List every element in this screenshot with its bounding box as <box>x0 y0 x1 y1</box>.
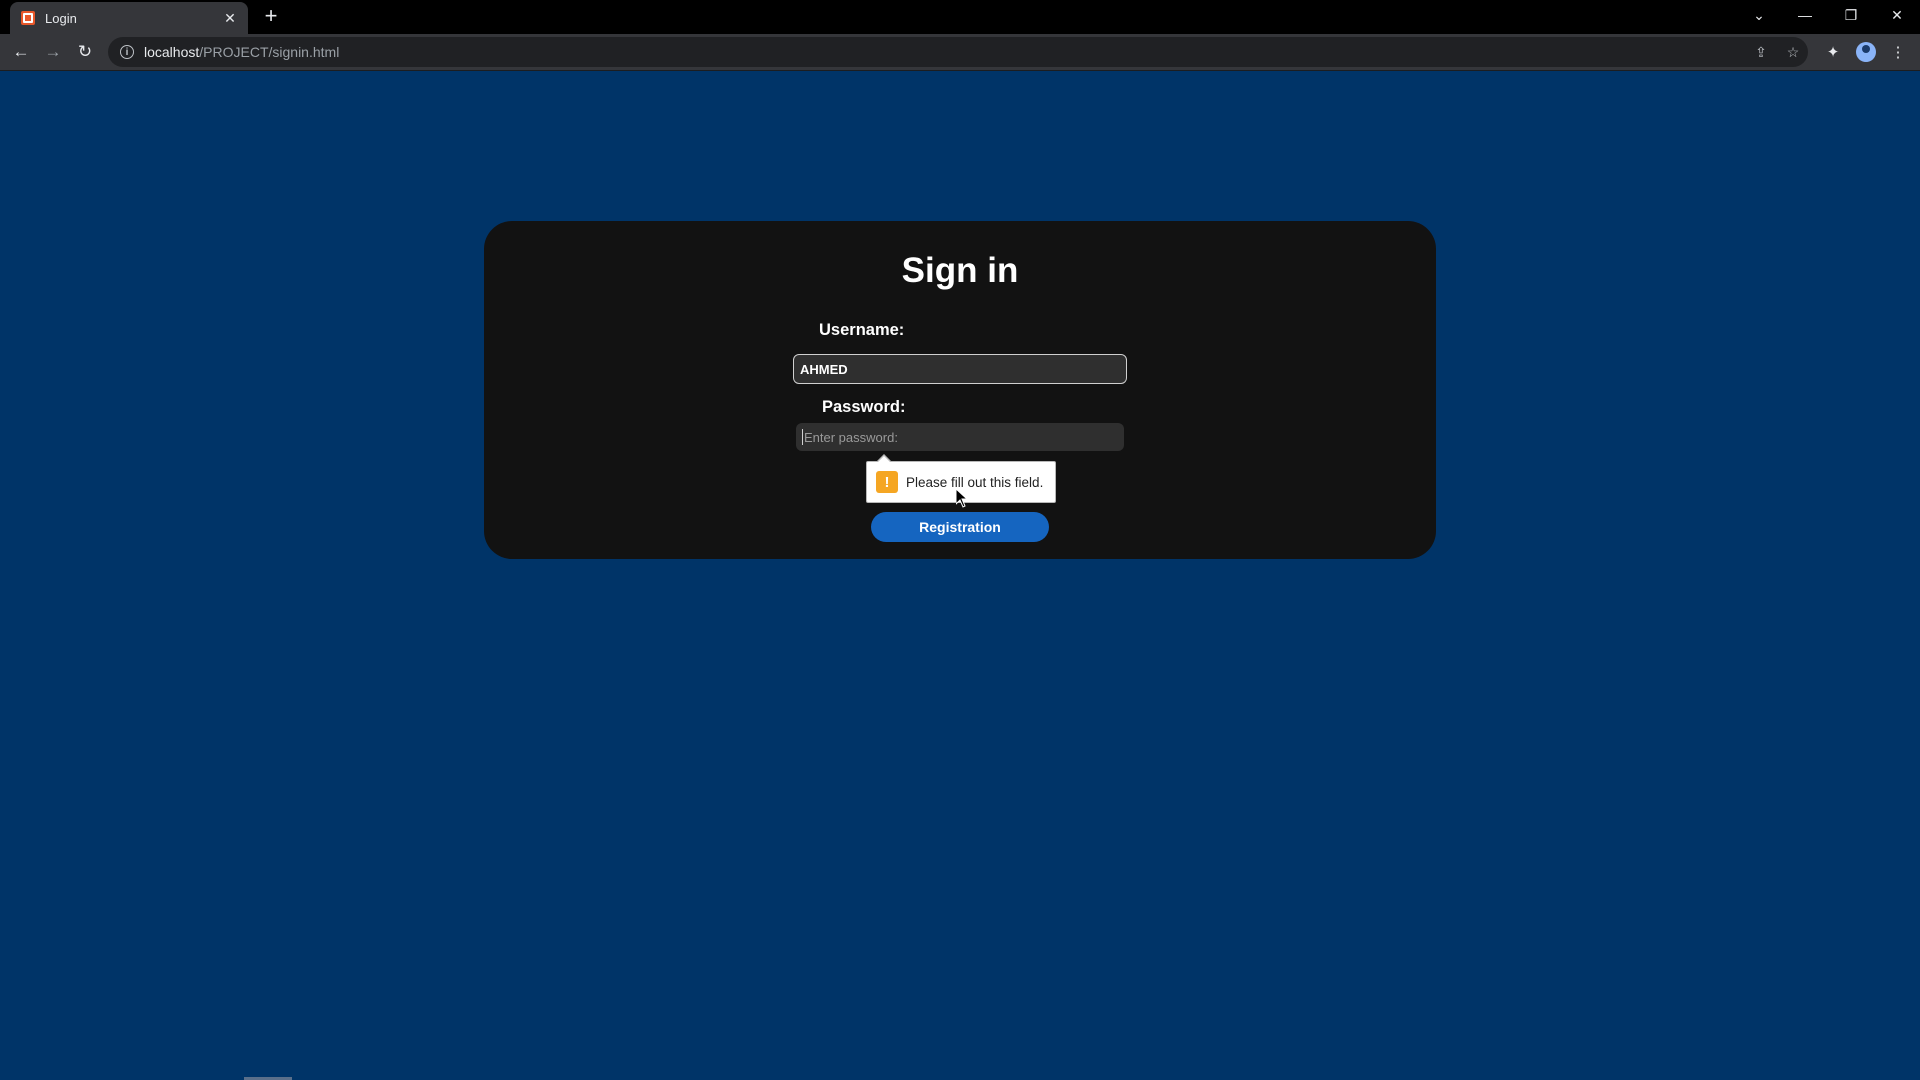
browser-title-bar: Login ✕ + ⌄ — ❐ ✕ <box>0 0 1920 34</box>
text-caret <box>802 429 803 445</box>
username-label: Username: <box>819 321 905 339</box>
password-field[interactable]: Enter password: <box>796 423 1124 451</box>
password-placeholder: Enter password: <box>804 429 898 445</box>
tab-close-icon[interactable]: ✕ <box>220 8 240 28</box>
back-icon[interactable]: ← <box>8 39 34 65</box>
tab-search-icon[interactable]: ⌄ <box>1736 2 1782 28</box>
username-field[interactable]: AHMED <box>793 354 1127 384</box>
validation-message: Please fill out this field. <box>906 474 1044 490</box>
tab-title: Login <box>45 10 77 26</box>
minimize-icon[interactable]: — <box>1782 2 1828 28</box>
url-host: localhost <box>144 44 200 60</box>
username-value: AHMED <box>800 361 848 377</box>
reload-icon[interactable]: ↻ <box>72 39 98 65</box>
url-path: /PROJECT/signin.html <box>199 44 340 60</box>
signin-card: Sign in Username: AHMED Password: Enter … <box>484 221 1436 559</box>
forward-icon[interactable]: → <box>40 39 66 65</box>
warning-icon: ! <box>876 471 898 493</box>
address-bar[interactable]: i localhost/PROJECT/signin.html ⇪ ☆ <box>108 37 1808 67</box>
browser-toolbar: ← → ↻ i localhost/PROJECT/signin.html ⇪ … <box>0 34 1920 71</box>
browser-tab[interactable]: Login ✕ <box>10 2 248 34</box>
browser-menu-icon[interactable]: ⋮ <box>1885 39 1911 65</box>
page-title: Sign in <box>901 251 1019 290</box>
registration-button[interactable]: Registration <box>871 512 1049 542</box>
extensions-icon[interactable]: ✦ <box>1820 39 1846 65</box>
new-tab-button[interactable]: + <box>260 5 282 28</box>
bookmark-star-icon[interactable]: ☆ <box>1780 39 1806 65</box>
avatar <box>1856 42 1876 62</box>
site-favicon-icon <box>21 11 35 25</box>
restore-icon[interactable]: ❐ <box>1828 2 1874 28</box>
password-label: Password: <box>822 398 906 416</box>
site-info-icon[interactable]: i <box>120 45 134 59</box>
url-text: localhost/PROJECT/signin.html <box>144 44 339 60</box>
profile-button[interactable] <box>1853 39 1879 65</box>
close-window-icon[interactable]: ✕ <box>1874 2 1920 28</box>
share-icon[interactable]: ⇪ <box>1748 39 1774 65</box>
